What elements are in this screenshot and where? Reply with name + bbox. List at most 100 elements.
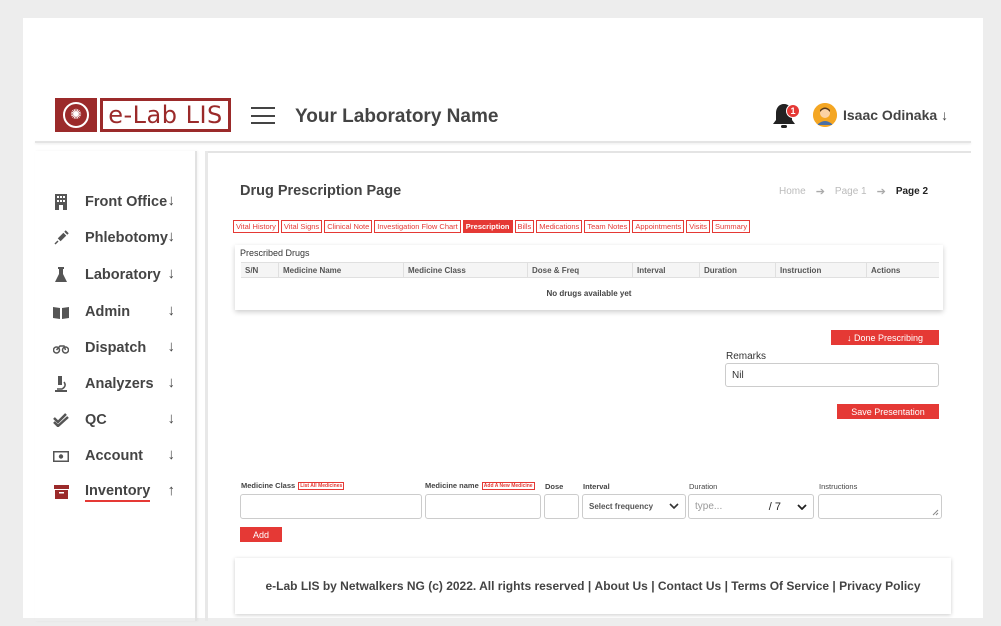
chevron-down-icon xyxy=(669,502,679,511)
duration-label: Duration xyxy=(689,482,718,491)
sidebar-item-label: Laboratory xyxy=(85,267,161,283)
footer-link-privacy[interactable]: Privacy Policy xyxy=(839,579,920,593)
interval-label: Interval xyxy=(583,482,610,491)
tab-team-notes[interactable]: Team Notes xyxy=(584,220,631,233)
chevron-down-icon: ↓ xyxy=(167,410,176,427)
prescribed-drugs-card: Prescribed Drugs S/N Medicine Name Medic… xyxy=(235,245,943,310)
arrow-right-icon: ➔ xyxy=(815,186,825,198)
column-header: Medicine Class xyxy=(404,263,528,277)
book-icon xyxy=(53,304,69,320)
money-icon xyxy=(53,448,69,464)
sidebar-item-qc[interactable]: QC ↓ xyxy=(53,409,183,431)
microscope-icon xyxy=(53,376,69,392)
main-top-divider xyxy=(206,151,971,153)
app-logo[interactable]: ✺ e-Lab LIS xyxy=(55,98,231,132)
sidebar-item-label: Dispatch xyxy=(85,340,147,356)
sidebar: Front Office ↓ Phlebotomy ↓ Laboratory ↓… xyxy=(35,151,197,621)
motorcycle-icon xyxy=(53,340,69,356)
tab-bills[interactable]: Bills xyxy=(514,220,535,233)
footer-separator: | xyxy=(584,579,595,593)
check-double-icon xyxy=(53,412,69,428)
header-divider xyxy=(35,141,971,143)
tab-appointments[interactable]: Appointments xyxy=(632,220,685,233)
dose-field[interactable] xyxy=(544,494,579,519)
interval-select[interactable]: Select frequency xyxy=(582,494,686,519)
sidebar-item-analyzers[interactable]: Analyzers ↓ xyxy=(53,373,183,395)
sidebar-item-admin[interactable]: Admin ↓ xyxy=(53,301,183,323)
save-presentation-button[interactable]: Save Presentation xyxy=(837,404,939,419)
column-header: Duration xyxy=(700,263,776,277)
sidebar-item-label: Admin xyxy=(85,304,131,320)
chevron-down-icon: ↓ xyxy=(167,302,176,319)
breadcrumb-page-1[interactable]: Page 1 xyxy=(835,186,867,197)
breadcrumb-home[interactable]: Home xyxy=(779,186,806,197)
lab-name: Your Laboratory Name xyxy=(295,106,499,127)
archive-icon xyxy=(53,484,69,500)
sidebar-item-inventory[interactable]: Inventory ↑ xyxy=(53,481,183,503)
footer-separator: | xyxy=(829,579,840,593)
column-header: S/N xyxy=(241,263,279,277)
prescribed-drugs-title: Prescribed Drugs xyxy=(240,248,310,258)
tab-prescription[interactable]: Prescription xyxy=(462,220,513,233)
list-all-medicines-button[interactable]: List All Medicines xyxy=(298,481,345,490)
sidebar-item-label: Analyzers xyxy=(85,376,154,392)
user-menu[interactable]: Isaac Odinaka ↓ xyxy=(813,103,948,127)
tab-summary[interactable]: Summary xyxy=(712,220,751,233)
sidebar-item-label: Front Office xyxy=(85,194,168,210)
notification-count-badge: 1 xyxy=(786,104,800,118)
flask-icon xyxy=(53,267,69,283)
medicine-name-label: Medicine name Add A New Medicine xyxy=(425,481,535,490)
tab-visits[interactable]: Visits xyxy=(686,220,711,233)
medicine-name-label-text: Medicine name xyxy=(425,481,479,490)
column-header: Instruction xyxy=(776,263,867,277)
sidebar-item-phlebotomy[interactable]: Phlebotomy ↓ xyxy=(53,227,183,249)
remarks-field[interactable]: Nil xyxy=(725,363,939,387)
medicine-class-field[interactable] xyxy=(240,494,422,519)
instructions-field[interactable] xyxy=(818,494,942,519)
arrow-right-icon: ➔ xyxy=(876,186,886,198)
chevron-up-icon: ↑ xyxy=(167,482,176,499)
footer-link-contact[interactable]: Contact Us xyxy=(658,579,721,593)
footer-separator: | xyxy=(721,579,732,593)
chevron-down-icon: ↓ xyxy=(167,192,176,209)
add-drug-button[interactable]: Add xyxy=(240,527,282,542)
breadcrumb-current: Page 2 xyxy=(895,186,929,197)
sidebar-item-account[interactable]: Account ↓ xyxy=(53,445,183,467)
duration-field[interactable]: type... / 7 xyxy=(688,494,814,519)
logo-emblem-icon: ✺ xyxy=(55,98,97,132)
footer-copyright: e-Lab LIS by Netwalkers NG (c) 2022. All… xyxy=(265,579,585,593)
tab-investigation-flow-chart[interactable]: Investigation Flow Chart xyxy=(374,220,461,233)
sidebar-item-laboratory[interactable]: Laboratory ↓ xyxy=(53,264,183,286)
duration-unit-select[interactable]: / 7 xyxy=(769,501,781,513)
menu-toggle-icon[interactable] xyxy=(251,107,275,124)
duration-input-placeholder: type... xyxy=(695,501,723,512)
chevron-down-icon xyxy=(797,501,807,513)
footer-link-terms[interactable]: Terms Of Service xyxy=(731,579,829,593)
column-header: Interval xyxy=(633,263,700,277)
app-page: ✺ e-Lab LIS Your Laboratory Name 1 Isaac… xyxy=(23,18,983,621)
syringe-icon xyxy=(53,230,69,246)
add-new-medicine-button[interactable]: Add A New Medicine xyxy=(481,481,535,490)
sidebar-item-front-office[interactable]: Front Office ↓ xyxy=(53,191,183,213)
resize-handle-icon[interactable] xyxy=(932,509,939,516)
user-dropdown-arrow-icon: ↓ xyxy=(941,107,949,123)
done-prescribing-button[interactable]: ↓ Done Prescribing xyxy=(831,330,939,345)
chevron-down-icon: ↓ xyxy=(167,374,176,391)
sidebar-item-label: QC xyxy=(85,412,107,428)
tab-medications[interactable]: Medications xyxy=(536,220,583,233)
medicine-name-field[interactable] xyxy=(425,494,541,519)
logo-text: e-Lab LIS xyxy=(100,98,231,132)
record-tabs: Vital History Vital Signs Clinical Note … xyxy=(233,220,752,233)
column-header: Medicine Name xyxy=(279,263,404,277)
tab-vital-signs[interactable]: Vital Signs xyxy=(280,220,323,233)
chevron-down-icon: ↓ xyxy=(167,338,176,355)
tab-clinical-note[interactable]: Clinical Note xyxy=(324,220,373,233)
instructions-label: Instructions xyxy=(819,482,858,491)
footer-link-about[interactable]: About Us xyxy=(595,579,648,593)
footer-separator: | xyxy=(647,579,658,593)
chevron-down-icon: ↓ xyxy=(167,228,176,245)
table-header: S/N Medicine Name Medicine Class Dose & … xyxy=(241,262,939,278)
page-title: Drug Prescription Page xyxy=(240,183,402,199)
tab-vital-history[interactable]: Vital History xyxy=(233,220,279,233)
sidebar-item-dispatch[interactable]: Dispatch ↓ xyxy=(53,337,183,359)
